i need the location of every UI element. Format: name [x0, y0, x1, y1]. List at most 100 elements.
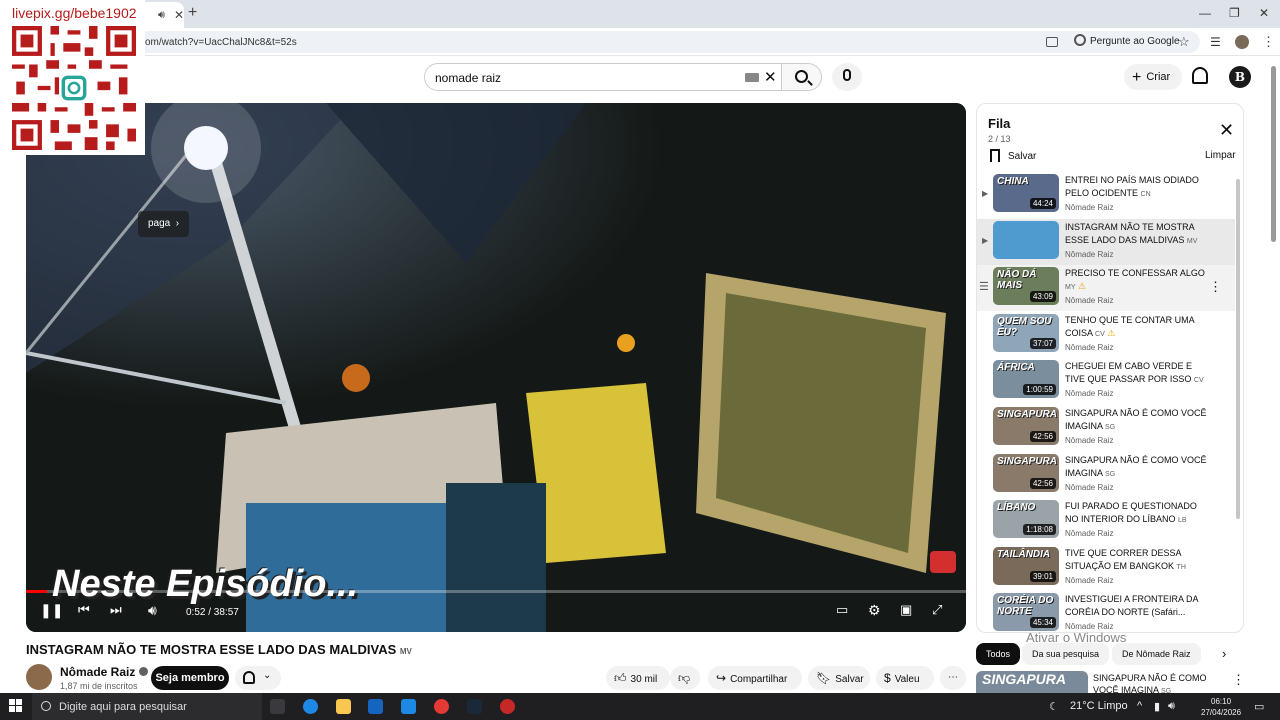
- thanks-button[interactable]: $ Valeu: [876, 666, 934, 690]
- paid-promotion-badge[interactable]: paga ›: [138, 211, 190, 237]
- settings-gear-icon[interactable]: ⚙: [868, 602, 881, 619]
- queue-item[interactable]: TAILÂNDIA 39:01 TIVE QUE CORRER DESSA SIT…: [977, 545, 1235, 591]
- recommendation-thumbnail[interactable]: SINGAPURA: [976, 671, 1088, 693]
- queue-item[interactable]: CORÉIA DO NORTE 45:34 INVESTIGUEI A FRONT…: [977, 591, 1235, 632]
- queue-item-title-text: PRECISO TE CONFESSAR ALGO: [1065, 268, 1205, 279]
- search-input[interactable]: nomade raiz ✕: [424, 63, 782, 91]
- speaker-icon[interactable]: 🔊︎: [158, 9, 165, 22]
- clear-search-icon[interactable]: ✕: [764, 68, 777, 86]
- store-icon[interactable]: [368, 699, 383, 714]
- country-flag: CN: [1140, 191, 1151, 198]
- weather-text[interactable]: 21°C Limpo: [1070, 700, 1128, 712]
- chrome-icon[interactable]: [434, 699, 449, 714]
- restore-icon[interactable]: ❐: [1229, 6, 1240, 20]
- steam-icon[interactable]: [467, 699, 482, 714]
- video-duration: 1:18:08: [1023, 524, 1056, 536]
- chip-from-search[interactable]: Da sua pesquisa: [1022, 643, 1110, 665]
- miniplayer-icon[interactable]: ▣: [900, 602, 912, 618]
- bookmark-star-icon[interactable]: ☆: [1178, 34, 1190, 50]
- chip-from-channel[interactable]: De Nômade Raiz: [1112, 643, 1201, 665]
- video-thumbnail[interactable]: NÃO DÁ MAIS 43:09: [993, 267, 1059, 306]
- video-thumbnail[interactable]: LÍBANO 1:18:08: [993, 500, 1059, 539]
- queue-clear-button[interactable]: Limpar: [1205, 150, 1236, 161]
- queue-item[interactable]: ☰ NÃO DÁ MAIS 43:09 PRECISO TE CONFESSAR …: [977, 265, 1235, 312]
- dislike-button[interactable]: 👎︎: [670, 666, 700, 690]
- video-thumbnail[interactable]: QUEM SOU EU? 37:07: [993, 313, 1059, 352]
- notifications-icon[interactable]: ▭: [1254, 700, 1264, 713]
- share-button[interactable]: ↪ Compartilhar: [708, 666, 802, 690]
- notifications-bell-icon[interactable]: [1192, 67, 1208, 84]
- account-avatar[interactable]: B: [1229, 66, 1251, 88]
- tray-chevron-icon[interactable]: ^: [1137, 700, 1142, 712]
- browser-menu-icon[interactable]: ⋮: [1262, 34, 1275, 50]
- previous-icon[interactable]: ⏮︎: [78, 602, 90, 618]
- clock[interactable]: 06:10 27/04/2026: [1201, 696, 1241, 718]
- recorder-icon[interactable]: [500, 699, 515, 714]
- video-player[interactable]: paga › Neste Episódio... ❚❚ ⏮︎ ⏭︎ 🔊︎ 0:5…: [26, 103, 966, 632]
- video-thumbnail[interactable]: SINGAPURA 42:56: [993, 407, 1059, 445]
- more-actions-button[interactable]: ⋯: [940, 666, 966, 690]
- channel-avatar[interactable]: [26, 664, 52, 690]
- video-duration: 42:56: [1029, 431, 1056, 442]
- url-text[interactable]: om/watch?v=UacChalJNc8&t=52s: [145, 37, 297, 48]
- queue-item[interactable]: QUEM SOU EU? 37:07 TENHO QUE TE CONTAR UM…: [977, 312, 1235, 358]
- page-scrollbar[interactable]: [1271, 66, 1276, 242]
- share-icon: ↪: [716, 671, 727, 685]
- progress-bar[interactable]: [26, 590, 966, 593]
- next-icon[interactable]: ⏭︎: [110, 602, 122, 618]
- taskbar-search[interactable]: Digite aqui para pesquisar: [32, 693, 262, 720]
- queue-item[interactable]: SINGAPURA 42:56 SINGAPURA NÃO É COMO VOCÊ…: [977, 452, 1235, 498]
- voice-search-button[interactable]: [832, 63, 862, 91]
- chip-all[interactable]: Todos: [976, 643, 1021, 665]
- chevron-right-icon[interactable]: ›: [1222, 646, 1226, 661]
- close-queue-icon[interactable]: ✕: [1219, 120, 1234, 141]
- mail-icon[interactable]: [401, 699, 416, 714]
- more-options-icon[interactable]: ⋮: [1209, 279, 1222, 295]
- fullscreen-icon[interactable]: ⤢: [932, 602, 942, 618]
- join-button[interactable]: Seja membro: [151, 666, 229, 690]
- queue-item[interactable]: SINGAPURA 42:56 SINGAPURA NÃO É COMO VOCÊ…: [977, 405, 1235, 451]
- windows-start-icon[interactable]: [9, 699, 23, 713]
- weather-icon[interactable]: ☾: [1049, 700, 1059, 713]
- video-thumbnail[interactable]: CORÉIA DO NORTE 45:34: [993, 593, 1059, 632]
- keyboard-icon[interactable]: [745, 73, 759, 82]
- search-button[interactable]: [782, 63, 822, 91]
- cast-icon[interactable]: [1046, 37, 1058, 47]
- pause-icon[interactable]: ❚❚: [40, 602, 63, 619]
- browser-profile-icon[interactable]: [1235, 35, 1249, 49]
- subscribe-bell-button[interactable]: ⌄: [235, 666, 281, 690]
- create-button[interactable]: + Criar: [1124, 64, 1182, 90]
- task-view-icon[interactable]: [270, 699, 285, 714]
- channel-name[interactable]: Nômade Raiz: [60, 665, 149, 679]
- video-thumbnail[interactable]: [993, 220, 1059, 259]
- network-icon[interactable]: ▮: [1154, 700, 1160, 713]
- play-indicator-icon: ▶: [982, 189, 989, 198]
- video-duration: 1:00:59: [1023, 384, 1056, 396]
- queue-scrollbar[interactable]: [1236, 179, 1240, 519]
- video-thumbnail[interactable]: CHINA 44:24: [993, 174, 1059, 212]
- file-explorer-icon[interactable]: [336, 699, 351, 714]
- video-duration: 43:09: [1029, 291, 1056, 303]
- ask-google-button[interactable]: Pergunte ao Google: [1068, 31, 1186, 53]
- queue-item[interactable]: ÁFRICA 1:00:59 CHEGUEI EM CABO VERDE E TI…: [977, 358, 1235, 404]
- save-button[interactable]: 🔖︎ Salvar: [808, 666, 870, 690]
- video-thumbnail[interactable]: TAILÂNDIA 39:01: [993, 546, 1059, 585]
- video-thumbnail[interactable]: ÁFRICA 1:00:59: [993, 360, 1059, 399]
- queue-item[interactable]: LÍBANO 1:18:08 FUI PARADO E QUESTIONADO N…: [977, 498, 1235, 544]
- subtitles-icon[interactable]: ▭: [836, 602, 848, 618]
- video-thumbnail[interactable]: SINGAPURA 42:56: [993, 453, 1059, 492]
- volume-icon[interactable]: 🔊︎: [148, 602, 157, 619]
- queue-item[interactable]: ▶ CHINA 44:24 ENTREI NO PAÍS MAIS ODIADO …: [977, 172, 1235, 218]
- edge-icon[interactable]: [303, 699, 318, 714]
- drag-handle-icon[interactable]: ☰: [979, 280, 989, 293]
- queue-save-button[interactable]: Salvar: [990, 149, 1036, 162]
- more-options-icon[interactable]: ⋮: [1232, 672, 1245, 688]
- speaker-icon[interactable]: 🔊︎: [1168, 700, 1175, 713]
- minimize-icon[interactable]: —: [1199, 6, 1211, 20]
- close-tab-icon[interactable]: ✕: [174, 8, 184, 22]
- close-window-icon[interactable]: ✕: [1259, 6, 1269, 20]
- like-button[interactable]: 👍︎ 30 mil: [606, 666, 670, 690]
- new-tab-icon[interactable]: +: [188, 4, 197, 22]
- reading-list-icon[interactable]: ☰: [1210, 35, 1221, 49]
- queue-item[interactable]: ▶ INSTAGRAM NÃO TE MOSTRA ESSE LADO DAS …: [977, 218, 1235, 265]
